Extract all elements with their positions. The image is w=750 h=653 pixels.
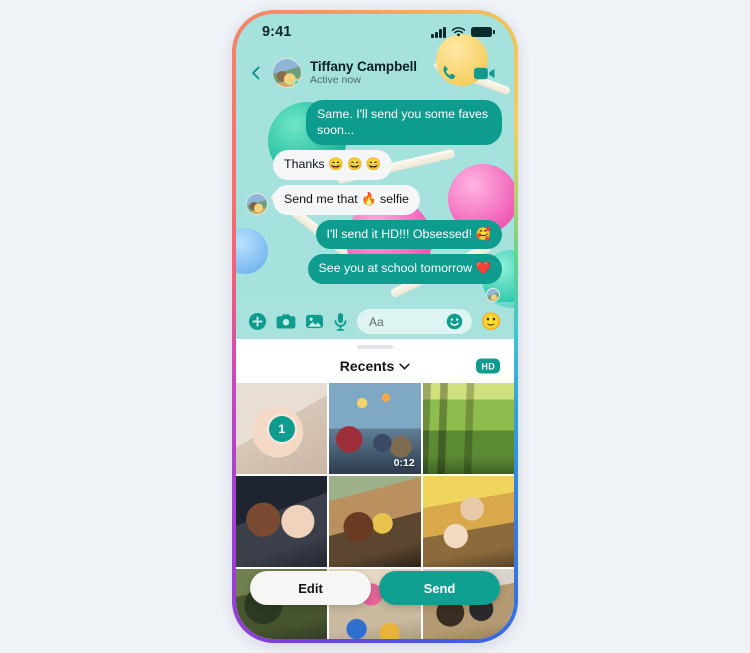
message-row: See you at school tomorrow ❤️: [246, 254, 502, 284]
online-status-dot: [293, 79, 301, 87]
message-row: I'll send it HD!!! Obsessed! 🥰: [246, 219, 502, 250]
microphone-icon[interactable]: [333, 312, 348, 332]
status-clock: 9:41: [262, 24, 292, 40]
send-button[interactable]: Send: [379, 571, 500, 605]
edit-button[interactable]: Edit: [250, 571, 371, 605]
contact-avatar[interactable]: [272, 58, 302, 88]
wifi-icon: [451, 26, 466, 37]
message-row: Same. I'll send you some faves soon...: [246, 100, 502, 146]
phone-frame: 9:41 Tiffany Campbell Active now Same. I…: [232, 10, 518, 643]
photo-thumbnail[interactable]: [422, 476, 514, 567]
photo-thumbnail[interactable]: 0:12: [329, 383, 421, 474]
status-indicators: [431, 26, 495, 38]
message-bubble-outgoing[interactable]: See you at school tomorrow ❤️: [307, 254, 502, 284]
back-chevron-icon[interactable]: [248, 65, 264, 81]
contact-name: Tiffany Campbell: [310, 59, 417, 75]
emoji-sticker-button[interactable]: 🙂: [481, 313, 502, 330]
action-bar: Edit Send: [236, 571, 514, 605]
image-icon[interactable]: [305, 313, 324, 330]
video-duration-label: 0:12: [393, 457, 415, 469]
hd-quality-badge[interactable]: HD: [476, 358, 500, 374]
message-bubble-outgoing[interactable]: Same. I'll send you some faves soon...: [306, 100, 502, 146]
message-bubble-incoming[interactable]: Thanks 😄 😄 😄: [273, 150, 393, 180]
message-composer: Aa 🙂: [236, 301, 514, 339]
photo-thumbnail[interactable]: [329, 476, 421, 567]
photo-thumbnail[interactable]: [236, 476, 328, 567]
chat-pane: 9:41 Tiffany Campbell Active now Same. I…: [236, 14, 514, 339]
video-camera-icon[interactable]: [473, 65, 496, 82]
cellular-signal-icon: [431, 26, 446, 38]
phone-screen: 9:41 Tiffany Campbell Active now Same. I…: [236, 14, 514, 639]
smiley-face-icon[interactable]: [446, 313, 463, 330]
message-row: Thanks 😄 😄 😄: [246, 150, 502, 180]
message-input[interactable]: Aa: [357, 309, 472, 335]
phone-call-icon[interactable]: [440, 64, 459, 83]
contact-info[interactable]: Tiffany Campbell Active now: [310, 59, 432, 87]
media-picker-sheet: Recents HD 1 0:12 Edit Send: [236, 339, 514, 639]
album-selector[interactable]: Recents: [340, 358, 410, 374]
message-list: Same. I'll send you some faves soon... T…: [236, 96, 514, 302]
photo-thumbnail[interactable]: 1: [236, 383, 328, 474]
photo-thumbnail[interactable]: [422, 383, 514, 474]
contact-status: Active now: [310, 74, 361, 87]
screenshot-stage: 9:41 Tiffany Campbell Active now Same. I…: [0, 0, 750, 653]
battery-icon: [471, 26, 495, 38]
plus-circle-icon[interactable]: [248, 312, 267, 331]
selection-badge: 1: [268, 415, 295, 442]
chat-header: Tiffany Campbell Active now: [236, 50, 514, 96]
media-picker-header: Recents HD: [236, 349, 514, 383]
message-row: Send me that 🔥 selfie: [246, 184, 502, 215]
message-bubble-outgoing[interactable]: I'll send it HD!!! Obsessed! 🥰: [315, 219, 502, 250]
message-bubble-incoming[interactable]: Send me that 🔥 selfie: [273, 184, 420, 215]
camera-icon[interactable]: [276, 313, 296, 330]
read-receipt-avatar: [486, 287, 500, 302]
message-input-placeholder: Aa: [369, 314, 384, 329]
status-bar: 9:41: [236, 14, 514, 50]
album-title: Recents: [339, 358, 395, 374]
read-receipt: [246, 287, 502, 302]
chevron-down-icon: [399, 363, 410, 369]
header-actions: [440, 64, 496, 83]
sender-avatar: [246, 192, 268, 215]
